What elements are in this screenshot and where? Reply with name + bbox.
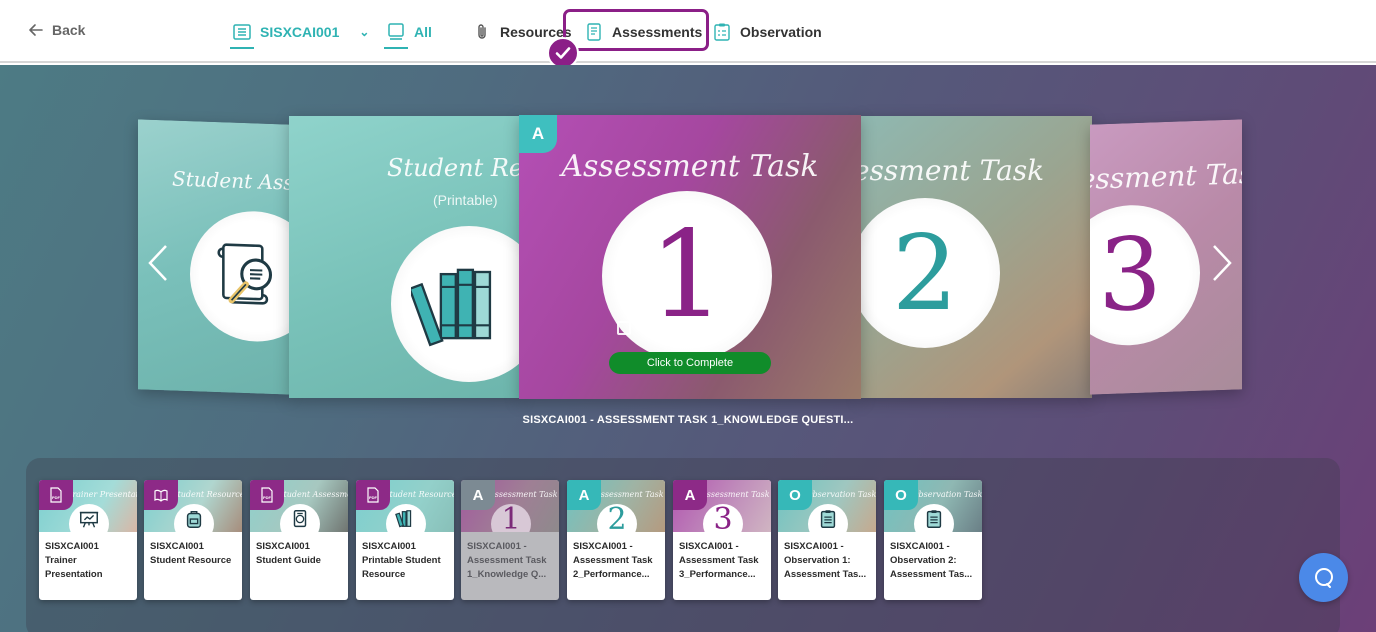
presentation-icon [79,511,99,528]
book-tag [144,480,178,510]
assessment-tag: A [567,480,601,510]
svg-text:PDF: PDF [52,495,61,500]
pdf-tag: PDF [250,480,284,510]
clipboard-icon [820,510,836,528]
slide-code: SISX [639,321,665,333]
chevron-down-icon: ⌄ [359,25,370,39]
chevron-right-icon [1213,245,1232,281]
number-circle: 1 [602,191,772,361]
observation-tag: O [884,480,918,510]
pdf-tag: PDF [39,480,73,510]
thumbnail-card-assessment-task-1[interactable]: Assessment Task 1 A SISXCAI001 - Assessm… [461,480,559,600]
carousel-slide-assessment-task-2[interactable]: Assessment Task 2 [860,116,1092,398]
thumbnail-card-student-guide[interactable]: Student Assessment Guide PDF SISXCAI001 … [250,480,348,600]
back-button[interactable]: Back [28,22,85,38]
thumbnail-card-printable-student-resource[interactable]: Student Resource PDF SISXCAI001 Printabl… [356,480,454,600]
slide-subtitle: (Printable) [433,192,498,208]
thumbnail-title: Assessment Task [595,490,664,499]
content-stage: Student Assessment Guide Student Resourc… [0,65,1376,632]
svg-text:PDF: PDF [369,495,378,500]
thumbnail-card-observation-1[interactable]: Observation Task O SISXCAI001 - Observat… [778,480,876,600]
arrow-left-icon [29,24,43,36]
chevron-left-icon [148,245,167,281]
thumbnail-card-assessment-task-2[interactable]: Assessment Task 2 A SISXCAI001 - Assessm… [567,480,665,600]
click-to-complete-button[interactable]: Click to Complete [609,352,771,374]
thumbnail-card-student-resource[interactable]: Student Resource SISXCAI001 Student Reso… [144,480,242,600]
thumbnail-label: SISXCAI001 - Assessment Task 1_Knowledge… [467,541,547,580]
open-book-icon [154,489,168,502]
clipboard-icon [926,510,942,528]
assessment-tag: A [461,480,495,510]
thumbnail-label: SISXCAI001 - Observation 1: Assessment T… [784,541,867,580]
active-slide-caption: SISXCAI001 - ASSESSMENT TASK 1_KNOWLEDGE… [522,414,854,426]
carousel-prev-button[interactable] [146,243,170,283]
thumbnail-title: Student Resource [172,490,242,499]
unit-selector[interactable]: SISXCAI001 ⌄ [230,16,370,49]
carousel-slide-assessment-task-1[interactable]: A Assessment Task 1 SISX Click to Comple… [519,115,861,399]
thumbnail-card-observation-2[interactable]: Observation Task O SISXCAI001 - Observat… [884,480,982,600]
pdf-tag: PDF [356,480,390,510]
assessment-badge: A [519,115,557,153]
carousel-slide-student-resource[interactable]: Student Resource (Printable) [289,116,521,398]
thumbnail-label: SISXCAI001 - Observation 2: Assessment T… [890,541,973,580]
thumbnail-title: Observation Task [806,490,876,499]
monitor-icon [384,21,408,49]
pdf-icon: PDF [367,487,379,503]
slide-title: Assessment Task [561,149,819,184]
tab-observation-label: Observation [740,24,822,40]
thumbnail-label: SISXCAI001 - Assessment Task 3_Performan… [679,541,759,580]
chat-bubble-icon [1314,567,1333,588]
back-label: Back [52,22,86,38]
thumbnail-title: Student Resource [384,490,454,499]
checkbox-icon[interactable] [617,321,631,335]
clipboard-icon [712,21,732,43]
thumbnail-label: SISXCAI001 Trainer Presentation [45,541,103,580]
tab-observation[interactable]: Observation [712,16,822,48]
slide-number: 1 [648,206,726,345]
document-icon [293,510,307,528]
thumbnail-title: Trainer Presentation [67,490,137,499]
backpack-icon [186,510,202,528]
thumbnail-card-assessment-task-3[interactable]: Assessment Task 3 A SISXCAI001 - Assessm… [673,480,771,600]
slide-title: Assessment Task [860,154,1045,187]
slide-title: Assessment Task [1090,156,1242,198]
thumbnail-number: 3 [713,502,733,533]
thumbnail-label: SISXCAI001 Student Resource [150,541,232,566]
thumbnail-card-trainer-presentation[interactable]: Trainer Presentation PDF SISXCAI001 Trai… [39,480,137,600]
carousel-next-button[interactable] [1210,243,1234,283]
slide-number: 3 [1098,215,1162,335]
assessment-tag: A [673,480,707,510]
list-icon [230,21,254,49]
thumbnail-title: Student Assessment Guide [278,490,348,499]
svg-text:PDF: PDF [263,495,272,500]
unit-label: SISXCAI001 [260,24,340,40]
tab-all[interactable]: All [384,16,432,49]
pdf-icon: PDF [261,487,273,503]
paperclip-icon [472,21,492,43]
thumbnail-title: Assessment Task [701,490,770,499]
thumbnail-label: SISXCAI001 Printable Student Resource [362,541,441,580]
thumbnail-tray: Trainer Presentation PDF SISXCAI001 Trai… [26,458,1340,632]
help-chat-button[interactable] [1299,553,1348,602]
tab-all-label: All [414,24,432,40]
thumbnail-label: SISXCAI001 - Assessment Task 2_Performan… [573,541,653,580]
thumbnail-title: Assessment Task [489,490,558,499]
thumbnail-number: 2 [607,502,627,533]
pdf-icon: PDF [50,487,62,503]
thumbnail-number: 1 [501,502,521,533]
books-icon [395,510,412,528]
thumbnail-label: SISXCAI001 Student Guide [256,541,321,566]
slide-number: 2 [891,212,959,334]
assessments-highlight-box [563,9,709,51]
observation-tag: O [778,480,812,510]
slide-title: Student Resource [387,154,521,182]
thumbnail-title: Observation Task [912,490,982,499]
